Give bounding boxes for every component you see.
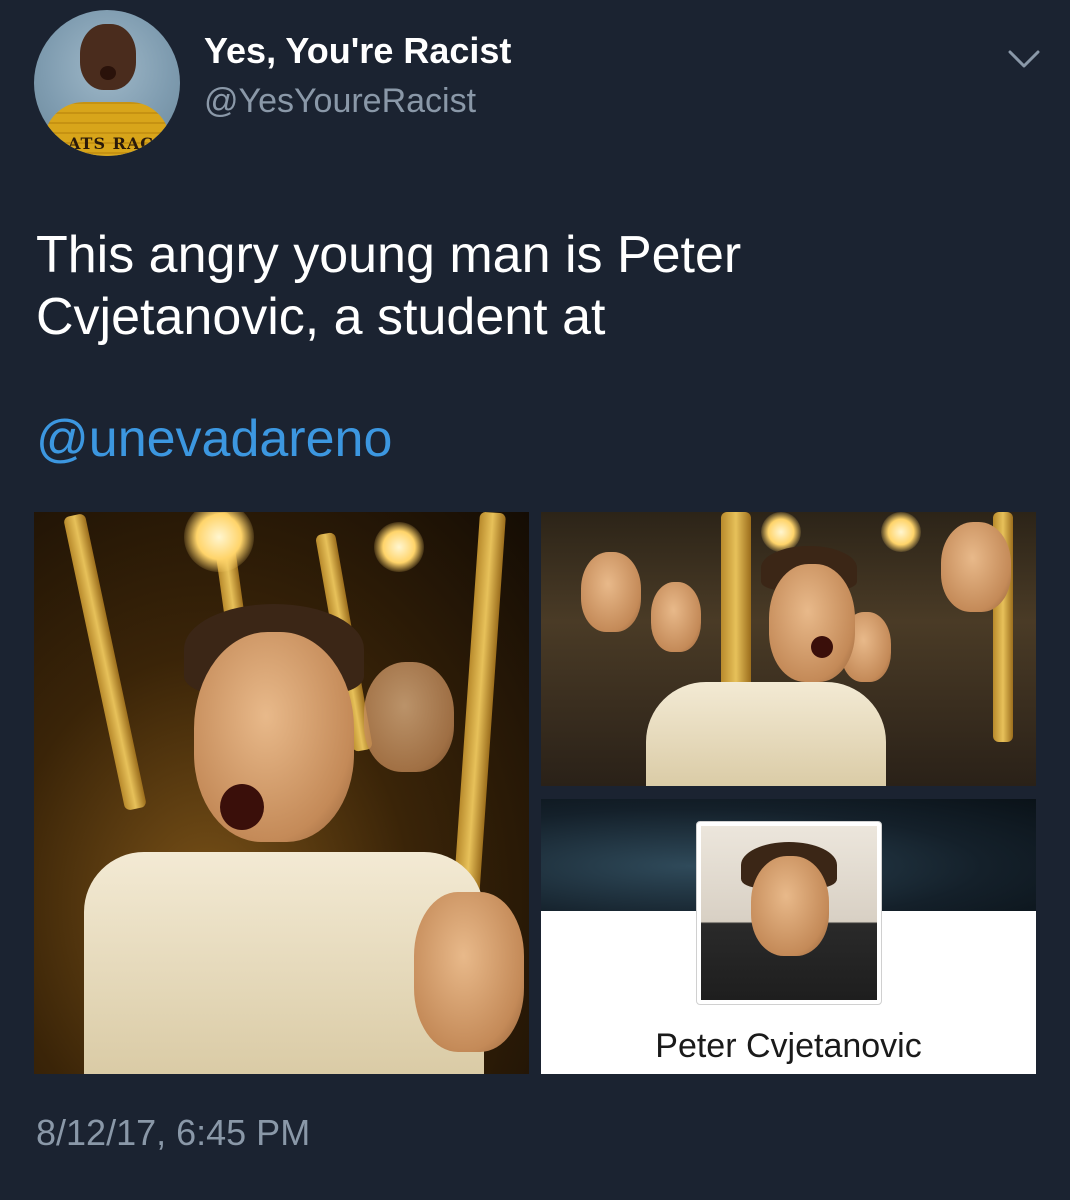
profile-picture-inner bbox=[701, 826, 877, 1000]
tweet: ATS RAC Yes, You're Racist @YesYoureRaci… bbox=[0, 0, 1070, 1200]
photo-rally-closeup[interactable] bbox=[34, 512, 529, 1074]
face bbox=[941, 522, 1011, 612]
face bbox=[751, 856, 829, 956]
flame bbox=[184, 512, 254, 572]
background-face bbox=[364, 662, 454, 772]
torch bbox=[63, 512, 147, 812]
user-handle[interactable]: @YesYoureRacist bbox=[204, 82, 476, 121]
flame bbox=[881, 512, 921, 552]
profile-name[interactable]: Peter Cvjetanovic bbox=[541, 1027, 1036, 1066]
face bbox=[651, 582, 701, 652]
shirt bbox=[646, 682, 886, 786]
photo-rally-crowd[interactable] bbox=[541, 512, 1036, 786]
facebook-profile-card[interactable]: Peter Cvjetanovic bbox=[541, 799, 1036, 1074]
avatar-mouth bbox=[100, 66, 116, 80]
profile-picture[interactable] bbox=[696, 821, 882, 1005]
flame bbox=[374, 522, 424, 572]
hand bbox=[414, 892, 524, 1052]
display-name[interactable]: Yes, You're Racist bbox=[204, 30, 511, 72]
timestamp[interactable]: 8/12/17, 6:45 PM bbox=[36, 1112, 310, 1154]
avatar-head bbox=[80, 24, 136, 90]
avatar-shirt-text: ATS RAC bbox=[68, 134, 155, 153]
face bbox=[581, 552, 641, 632]
face bbox=[769, 564, 855, 682]
open-mouth bbox=[811, 636, 833, 658]
mention-link[interactable]: @unevadareno bbox=[36, 408, 392, 470]
tweet-text: This angry young man is Peter Cvjetanovi… bbox=[36, 226, 742, 346]
chevron-down-icon[interactable] bbox=[1004, 40, 1044, 80]
avatar[interactable]: ATS RAC bbox=[34, 10, 180, 156]
face bbox=[194, 632, 354, 842]
media-grid: Peter Cvjetanovic bbox=[34, 512, 1036, 1074]
open-mouth bbox=[220, 784, 264, 830]
